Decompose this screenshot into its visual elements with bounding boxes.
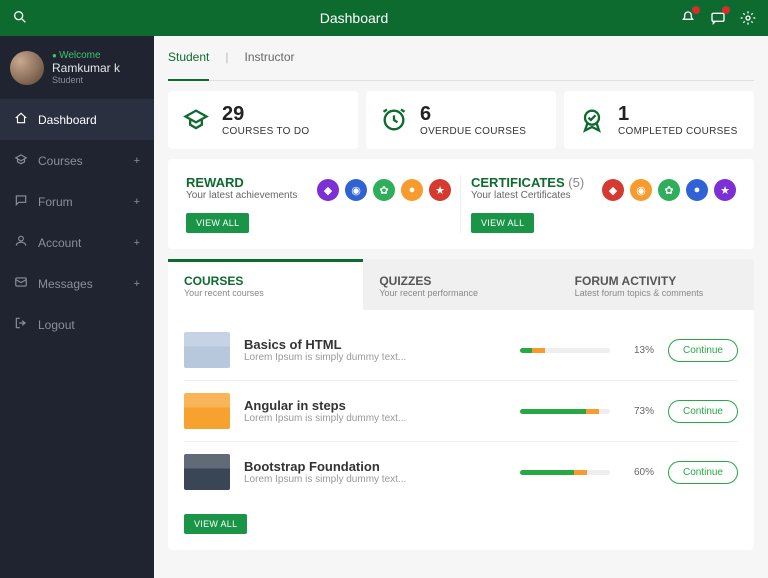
sidebar-item-messages[interactable]: Messages + [0,263,154,304]
stat-label: COURSES TO DO [222,126,309,137]
sidebar-item-courses[interactable]: Courses + [0,140,154,181]
stat-card[interactable]: 6OVERDUE COURSES [366,91,556,149]
nav-label: Account [38,236,81,250]
course-desc: Lorem Ipsum is simply dummy text... [244,474,506,485]
course-row: Angular in stepsLorem Ipsum is simply du… [184,381,738,442]
course-desc: Lorem Ipsum is simply dummy text... [244,413,506,424]
sidebar-item-dashboard[interactable]: Dashboard [0,99,154,140]
certs-viewall[interactable]: VIEW ALL [471,213,534,233]
achievement-badge[interactable]: ✿ [658,179,680,201]
tab-sub: Latest forum topics & comments [575,288,738,298]
reward-viewall[interactable]: VIEW ALL [186,213,249,233]
course-thumb [184,454,230,490]
sidebar-item-forum[interactable]: Forum + [0,181,154,222]
reward-section: REWARD Your latest achievements ◆◉✿●★ VI… [186,175,451,233]
tab-title: QUIZZES [379,274,542,288]
stat-card[interactable]: 1COMPLETED COURSES [564,91,754,149]
expand-icon: + [134,237,140,249]
search-icon[interactable] [12,9,28,28]
tab-sub: Your recent courses [184,288,347,298]
welcome-text: Welcome [52,50,120,61]
stat-number: 1 [618,103,738,126]
message-badge [722,6,730,14]
achievement-badge[interactable]: ◉ [630,179,652,201]
course-title: Bootstrap Foundation [244,459,506,474]
course-title: Basics of HTML [244,337,506,352]
progress-pct: 60% [624,467,654,478]
nav-label: Dashboard [38,113,97,127]
page-title: Dashboard [28,10,680,26]
sidebar-item-account[interactable]: Account + [0,222,154,263]
chat-icon[interactable] [710,10,726,26]
achievement-badge[interactable]: ◆ [602,179,624,201]
achievement-badge[interactable]: ✿ [373,179,395,201]
nav-label: Courses [38,154,83,168]
nav-icon [14,152,28,169]
certs-count: (5) [568,175,584,190]
user-name: Ramkumar k [52,61,120,75]
profile-block[interactable]: Welcome Ramkumar k Student [0,36,154,99]
tab-quizzes[interactable]: QUIZZESYour recent performance [363,262,558,310]
achievement-badge[interactable]: ★ [714,179,736,201]
course-desc: Lorem Ipsum is simply dummy text... [244,352,506,363]
nav-icon [14,111,28,128]
tab-courses[interactable]: COURSESYour recent courses [168,259,363,310]
continue-button[interactable]: Continue [668,400,738,423]
achievement-badge[interactable]: ● [401,179,423,201]
stat-icon [182,106,210,134]
progress-bar [520,409,610,414]
tab-instructor[interactable]: Instructor [245,50,295,70]
certs-title: CERTIFICATES [471,175,565,190]
continue-button[interactable]: Continue [668,461,738,484]
expand-icon: + [134,278,140,290]
stat-label: COMPLETED COURSES [618,126,738,137]
nav-icon [14,234,28,251]
nav-icon [14,275,28,292]
course-row: Bootstrap FoundationLorem Ipsum is simpl… [184,442,738,502]
progress-bar [520,470,610,475]
notification-badge [692,6,700,14]
achievement-badge[interactable]: ◉ [345,179,367,201]
topbar: Dashboard [0,0,768,36]
achievement-badge[interactable]: ◆ [317,179,339,201]
course-row: Basics of HTMLLorem Ipsum is simply dumm… [184,320,738,381]
nav-label: Logout [38,318,75,332]
tab-sub: Your recent performance [379,288,542,298]
user-role: Student [52,75,120,85]
progress-bar [520,348,610,353]
gear-icon[interactable] [740,10,756,26]
tab-title: COURSES [184,274,347,288]
course-thumb [184,332,230,368]
stat-number: 6 [420,103,526,126]
certificates-section: CERTIFICATES (5) Your latest Certificate… [471,175,736,233]
nav-label: Messages [38,277,93,291]
avatar [10,51,44,85]
stat-icon [380,106,408,134]
progress-pct: 73% [624,406,654,417]
sidebar-item-logout[interactable]: Logout [0,304,154,345]
sidebar: Welcome Ramkumar k Student Dashboard Cour… [0,36,154,578]
achievement-badge[interactable]: ● [686,179,708,201]
nav-icon [14,316,28,333]
role-tabs: Student | Instructor [168,46,754,81]
stat-label: OVERDUE COURSES [420,126,526,137]
content-area: Student | Instructor 29COURSES TO DO6OVE… [154,36,768,578]
stat-number: 29 [222,103,309,126]
course-thumb [184,393,230,429]
courses-viewall[interactable]: VIEW ALL [184,514,247,534]
nav-label: Forum [38,195,73,209]
stat-card[interactable]: 29COURSES TO DO [168,91,358,149]
expand-icon: + [134,155,140,167]
tab-student[interactable]: Student [168,50,209,81]
expand-icon: + [134,196,140,208]
achievement-badge[interactable]: ★ [429,179,451,201]
tab-title: FORUM ACTIVITY [575,274,738,288]
continue-button[interactable]: Continue [668,339,738,362]
course-title: Angular in steps [244,398,506,413]
stat-icon [578,106,606,134]
nav-icon [14,193,28,210]
tab-forum-activity[interactable]: FORUM ACTIVITYLatest forum topics & comm… [559,262,754,310]
bell-icon[interactable] [680,10,696,26]
progress-pct: 13% [624,345,654,356]
